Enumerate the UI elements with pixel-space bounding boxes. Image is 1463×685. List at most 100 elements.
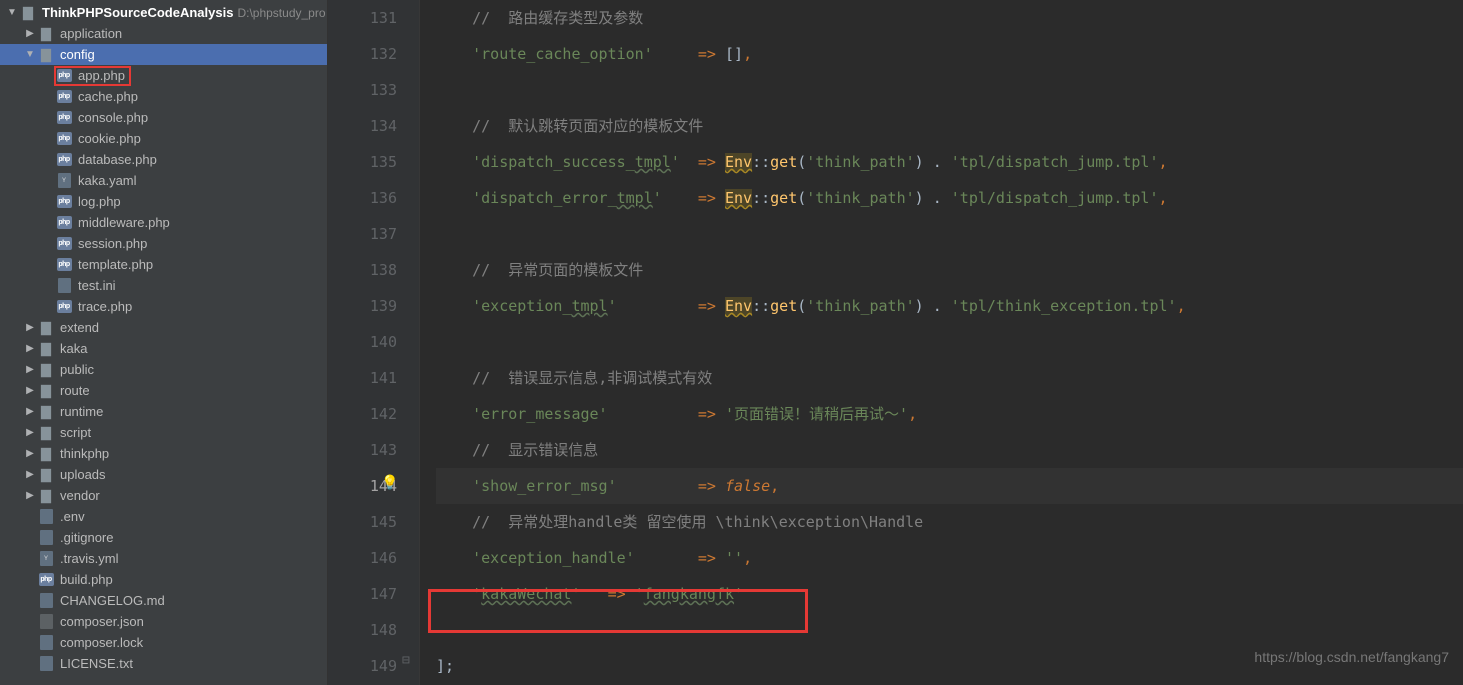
tree-item--travis-yml[interactable]: Y.travis.yml — [0, 548, 327, 569]
tree-item-extend[interactable]: ▶▇ extend — [0, 317, 327, 338]
code-line[interactable]: // 默认跳转页面对应的模板文件 — [436, 108, 1463, 144]
project-tree-sidebar[interactable]: ▼ ▇ ThinkPHPSourceCodeAnalysis D:\phpstu… — [0, 0, 328, 685]
tree-item-middleware-php[interactable]: phpmiddleware.php — [0, 212, 327, 233]
chevron-icon[interactable]: ▶ — [22, 28, 38, 39]
code-line[interactable]: 'dispatch_error_tmpl' => Env::get('think… — [436, 180, 1463, 216]
chevron-icon[interactable]: ▶ — [22, 322, 38, 333]
code-line[interactable]: // 异常页面的模板文件 — [436, 252, 1463, 288]
project-path: D:\phpstudy_pro — [233, 6, 325, 20]
tree-item-kaka-yaml[interactable]: Ykaka.yaml — [0, 170, 327, 191]
code-line[interactable] — [436, 216, 1463, 252]
tree-label: database.php — [76, 152, 157, 167]
chevron-icon[interactable]: ▶ — [22, 385, 38, 396]
line-number: 138 — [328, 252, 397, 288]
php-icon: php — [56, 110, 72, 126]
tree-item-composer-json[interactable]: composer.json — [0, 611, 327, 632]
tree-item-session-php[interactable]: phpsession.php — [0, 233, 327, 254]
tree-label: kaka.yaml — [76, 173, 137, 188]
tree-item-route[interactable]: ▶▇route — [0, 380, 327, 401]
code-line[interactable]: // 显示错误信息 — [436, 432, 1463, 468]
tree-label: composer.json — [58, 614, 144, 629]
tree-item-thinkphp[interactable]: ▶▇thinkphp — [0, 443, 327, 464]
chevron-icon[interactable]: ▶ — [22, 427, 38, 438]
line-number: 140 — [328, 324, 397, 360]
tree-label: test.ini — [76, 278, 116, 293]
file-icon — [38, 635, 54, 651]
tree-item-kaka[interactable]: ▶▇kaka — [0, 338, 327, 359]
code-line[interactable]: 'show_error_msg' => false, — [436, 468, 1463, 504]
tree-item-public[interactable]: ▶▇public — [0, 359, 327, 380]
code-line[interactable]: 'error_message' => '页面错误！请稍后再试～', — [436, 396, 1463, 432]
php-icon: php — [56, 257, 72, 273]
tree-item-cookie-php[interactable]: phpcookie.php — [0, 128, 327, 149]
chevron-icon[interactable]: ▶ — [22, 490, 38, 501]
line-number: 144💡 — [328, 468, 397, 504]
line-number: 142 — [328, 396, 397, 432]
file-icon — [38, 509, 54, 525]
tree-item-uploads[interactable]: ▶▇ uploads — [0, 464, 327, 485]
tree-item-script[interactable]: ▶▇script — [0, 422, 327, 443]
code-line[interactable]: // 路由缓存类型及参数 — [436, 0, 1463, 36]
line-number: 137 — [328, 216, 397, 252]
tree-item-vendor[interactable]: ▶▇vendor — [0, 485, 327, 506]
bulb-icon[interactable]: 💡 — [381, 476, 395, 490]
code-editor[interactable]: 1311321331341351361371381391401411421431… — [328, 0, 1463, 685]
tree-item-LICENSE-txt[interactable]: LICENSE.txt — [0, 653, 327, 674]
tree-label: .env — [58, 509, 85, 524]
folder-icon: ▇ — [38, 320, 54, 336]
tree-label: trace.php — [76, 299, 132, 314]
tree-item-application[interactable]: ▶▇ application — [0, 23, 327, 44]
tree-label: LICENSE.txt — [58, 656, 133, 671]
code-line[interactable] — [436, 72, 1463, 108]
code-line[interactable]: 'route_cache_option' => [], — [436, 36, 1463, 72]
code-line[interactable]: 'exception_handle' => '', — [436, 540, 1463, 576]
php-icon: php — [38, 572, 54, 588]
code-line[interactable] — [436, 324, 1463, 360]
project-root[interactable]: ▼ ▇ ThinkPHPSourceCodeAnalysis D:\phpstu… — [0, 2, 327, 23]
chevron-icon[interactable]: ▶ — [22, 469, 38, 480]
tree-item-database-php[interactable]: phpdatabase.php — [0, 149, 327, 170]
folder-icon: ▇ — [38, 26, 54, 42]
tree-label: composer.lock — [58, 635, 143, 650]
chevron-icon[interactable]: ▶ — [22, 406, 38, 417]
php-icon: php — [56, 215, 72, 231]
tree-item-template-php[interactable]: phptemplate.php — [0, 254, 327, 275]
tree-item-cache-php[interactable]: phpcache.php — [0, 86, 327, 107]
tree-item--gitignore[interactable]: .gitignore — [0, 527, 327, 548]
tree-label: extend — [58, 320, 99, 335]
tree-item-log-php[interactable]: phplog.php — [0, 191, 327, 212]
tree-label: config — [58, 47, 95, 62]
tree-item-composer-lock[interactable]: composer.lock — [0, 632, 327, 653]
folder-icon: ▇ — [38, 467, 54, 483]
tree-item-test-ini[interactable]: test.ini — [0, 275, 327, 296]
code-line[interactable]: // 异常处理handle类 留空使用 \think\exception\Han… — [436, 504, 1463, 540]
chevron-icon[interactable]: ▶ — [22, 364, 38, 375]
code-line[interactable]: // 错误显示信息,非调试模式有效 — [436, 360, 1463, 396]
tree-item--env[interactable]: .env — [0, 506, 327, 527]
code-line[interactable]: 'dispatch_success_tmpl' => Env::get('thi… — [436, 144, 1463, 180]
gutter: 1311321331341351361371381391401411421431… — [328, 0, 420, 685]
chevron-icon[interactable]: ▶ — [22, 448, 38, 459]
tree-label: vendor — [58, 488, 100, 503]
code-line[interactable]: 'exception_tmpl' => Env::get('think_path… — [436, 288, 1463, 324]
chevron-icon[interactable]: ▼ — [22, 49, 38, 60]
tree-item-console-php[interactable]: phpconsole.php — [0, 107, 327, 128]
tree-label: uploads — [58, 467, 106, 482]
tree-label: .gitignore — [58, 530, 113, 545]
folder-icon: ▇ — [20, 5, 36, 21]
chevron-icon[interactable]: ▶ — [22, 343, 38, 354]
chevron-down-icon[interactable]: ▼ — [4, 7, 20, 18]
tree-label: kaka — [58, 341, 87, 356]
tree-item-runtime[interactable]: ▶▇runtime — [0, 401, 327, 422]
tree-item-build-php[interactable]: phpbuild.php — [0, 569, 327, 590]
tree-item-config[interactable]: ▼▇config — [0, 44, 327, 65]
tree-label: cookie.php — [76, 131, 141, 146]
tree-item-CHANGELOG-md[interactable]: CHANGELOG.md — [0, 590, 327, 611]
code-area[interactable]: // 路由缓存类型及参数 'route_cache_option' => [],… — [420, 0, 1463, 685]
json-icon — [38, 614, 54, 630]
line-number: 146 — [328, 540, 397, 576]
tree-item-trace-php[interactable]: phptrace.php — [0, 296, 327, 317]
code-line[interactable]: 'kakaWechat' => 'fangkangfk' — [436, 576, 1463, 612]
tree-label: application — [58, 26, 122, 41]
tree-item-app-php[interactable]: phpapp.php — [0, 65, 327, 86]
